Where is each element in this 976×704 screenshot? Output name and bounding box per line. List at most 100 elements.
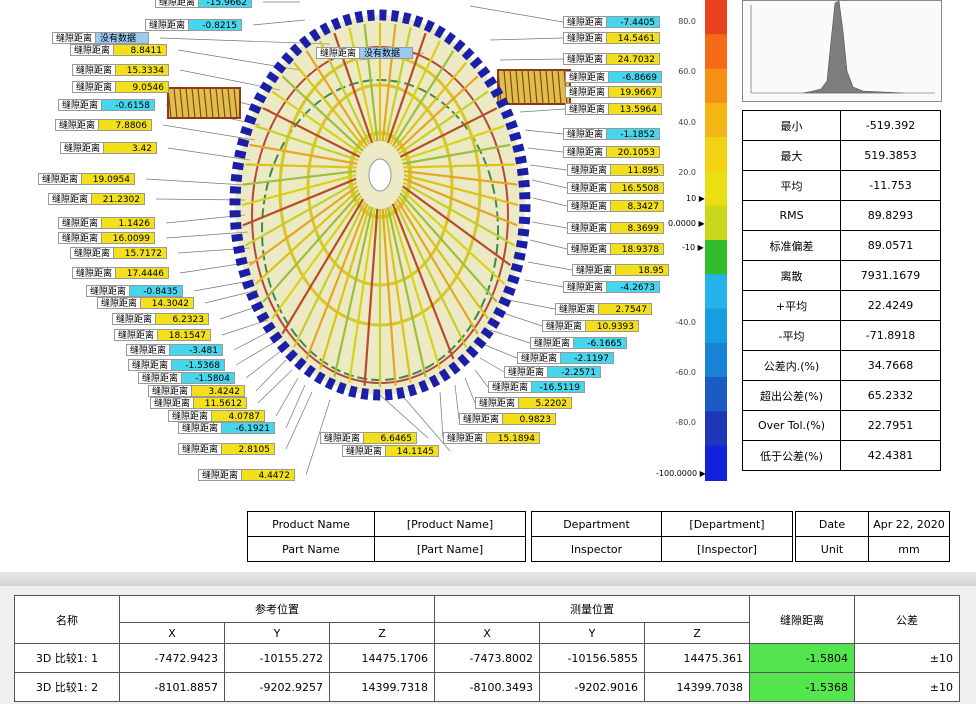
gap-label-key: 缝隙距离 <box>52 32 97 44</box>
header-meas-z: Z <box>644 622 750 644</box>
gap-label-value: -6.1921 <box>222 422 276 434</box>
gap-label-key: 缝隙距离 <box>70 247 115 259</box>
cell-name: 3D 比较1: 2 <box>14 672 120 702</box>
leader-line <box>489 37 564 41</box>
gap-label: 缝隙距离 14.3042 <box>97 297 195 309</box>
color-scale-bar <box>705 0 727 481</box>
gap-label-key: 缝隙距离 <box>128 359 173 371</box>
statistic-value: 22.7951 <box>840 410 941 441</box>
gap-label-value: -0.8435 <box>130 285 184 297</box>
table-row[interactable]: 3D 比较1: 1 -7472.9423 -10155.272 14475.1706-… <box>14 643 960 673</box>
gap-label: 缝隙距离 -2.1197 <box>517 352 615 364</box>
statistic-value: -11.753 <box>840 170 941 201</box>
gap-label-key: 缝隙距离 <box>530 337 575 349</box>
leader-line <box>484 344 518 359</box>
leader-line <box>474 369 489 388</box>
gap-label: 缝隙距离 8.8411 <box>70 44 168 56</box>
cell-my: -9202.9016 <box>539 672 645 702</box>
gap-label: 缝隙距离 -1.5804 <box>138 372 236 384</box>
gap-label-key: 缝隙距离 <box>316 47 361 59</box>
leader-line <box>527 261 573 271</box>
gap-label-value: 16.5508 <box>611 182 665 194</box>
gap-label: 缝隙距离 17.4446 <box>72 267 170 279</box>
gap-label-key: 缝隙距离 <box>342 445 387 457</box>
product-info-table: Product Name [Product Name] Part Name [Par… <box>247 511 526 562</box>
gap-label-value: 16.0099 <box>102 232 156 244</box>
statistic-value: -71.8918 <box>840 320 941 351</box>
statistic-label: Over Tol.(%) <box>742 410 841 441</box>
gap-label: 缝隙距离 -0.8215 <box>145 19 243 31</box>
cell-rz: 14475.1706 <box>329 643 435 673</box>
color-band <box>705 342 727 379</box>
leader-line <box>464 377 476 404</box>
gap-label-key: 缝隙距离 <box>114 329 159 341</box>
color-band <box>705 445 727 481</box>
header-ref-y: Y <box>224 622 330 644</box>
gap-label-key: 缝隙距离 <box>563 281 608 293</box>
gap-label: 缝隙距离 -3.481 <box>126 344 224 356</box>
gap-label-key: 缝隙距离 <box>488 381 533 393</box>
statistic-value: 519.3853 <box>840 140 941 171</box>
cell-rx: -8101.8857 <box>119 672 225 702</box>
deviation-histogram <box>742 0 942 102</box>
gap-label-value: -1.5804 <box>182 372 236 384</box>
gap-label-value: 15.1894 <box>487 432 541 444</box>
gap-label: 缝隙距离 -0.8435 <box>86 285 184 297</box>
table-row[interactable]: 3D 比较1: 2 -8101.8857 -9202.9257 14399.7318-… <box>14 672 960 702</box>
statistic-value: 89.8293 <box>840 200 941 231</box>
gap-label-key: 缝隙距离 <box>72 64 117 76</box>
color-scale-marker: -100.0000 ▶ <box>656 469 706 478</box>
gap-label-key: 缝隙距离 <box>563 32 608 44</box>
gap-label: 缝隙距离 -6.1921 <box>178 422 276 434</box>
department-label: Department <box>531 511 662 537</box>
gap-label-value: 10.9393 <box>586 320 640 332</box>
gap-label: 缝隙距离 2.8105 <box>178 443 276 455</box>
leader-line <box>255 359 287 392</box>
statistic-label: 平均 <box>742 170 841 201</box>
gap-label-key: 缝隙距离 <box>126 344 171 356</box>
statistic-value: 22.4249 <box>840 290 941 321</box>
leader-line <box>257 369 293 404</box>
cell-rx: -7472.9423 <box>119 643 225 673</box>
gap-label-key: 缝隙距离 <box>504 366 549 378</box>
gap-label-value: 2.7547 <box>599 303 653 315</box>
header-gap-distance: 缝隙距离 <box>749 595 855 644</box>
leader-line <box>524 129 564 135</box>
gap-label-value: -0.8215 <box>189 19 243 31</box>
statistics-row: +平均 22.4249 <box>742 290 941 321</box>
gap-label-value: 8.3427 <box>611 200 665 212</box>
gap-label-key: 缝隙距离 <box>150 397 195 409</box>
product-name-value: [Product Name] <box>374 511 526 537</box>
color-band <box>705 102 727 139</box>
color-scale-marker: 10 ▶ <box>686 194 705 203</box>
color-band <box>705 308 727 344</box>
color-band <box>705 137 727 173</box>
gap-label: 缝隙距离 0.9823 <box>459 413 557 425</box>
color-scale-tick: 40.0 <box>678 118 696 127</box>
leader-line <box>145 178 246 186</box>
gap-label-key: 缝隙距离 <box>459 413 504 425</box>
cell-name: 3D 比较1: 1 <box>14 643 120 673</box>
gap-label-key: 缝隙距离 <box>58 232 103 244</box>
gap-label: 缝隙距离 16.0099 <box>58 232 156 244</box>
gap-label-value: 6.6465 <box>364 432 418 444</box>
gap-label-value: 没有数据 <box>96 32 150 44</box>
gap-label: 缝隙距离 15.3334 <box>72 64 170 76</box>
gap-label-key: 缝隙距离 <box>517 352 562 364</box>
statistic-label: 最大 <box>742 140 841 171</box>
gap-label-value: 20.1053 <box>607 146 661 158</box>
color-scale-tick: 20.0 <box>678 168 696 177</box>
gap-label-value: 5.2202 <box>519 397 573 409</box>
gap-label-value: -1.1852 <box>607 128 661 140</box>
gap-label-value: 14.3042 <box>141 297 195 309</box>
gap-label: 缝隙距离 4.0787 <box>168 410 266 422</box>
color-band <box>705 205 727 241</box>
gap-label-key: 缝隙距离 <box>567 222 612 234</box>
results-panel[interactable]: 名称 参考位置 测量位置 缝隙距离 公差 X Y Z X Y Z 3D 比较1:… <box>0 586 976 704</box>
gap-label-value: 0.9823 <box>503 413 557 425</box>
leader-line <box>252 19 306 26</box>
gap-label-key: 缝隙距离 <box>72 81 117 93</box>
statistics-row: 标准偏差 89.0571 <box>742 230 941 261</box>
gap-label: 缝隙距离 13.5964 <box>565 103 663 115</box>
color-scale-tick: 60.0 <box>678 67 696 76</box>
